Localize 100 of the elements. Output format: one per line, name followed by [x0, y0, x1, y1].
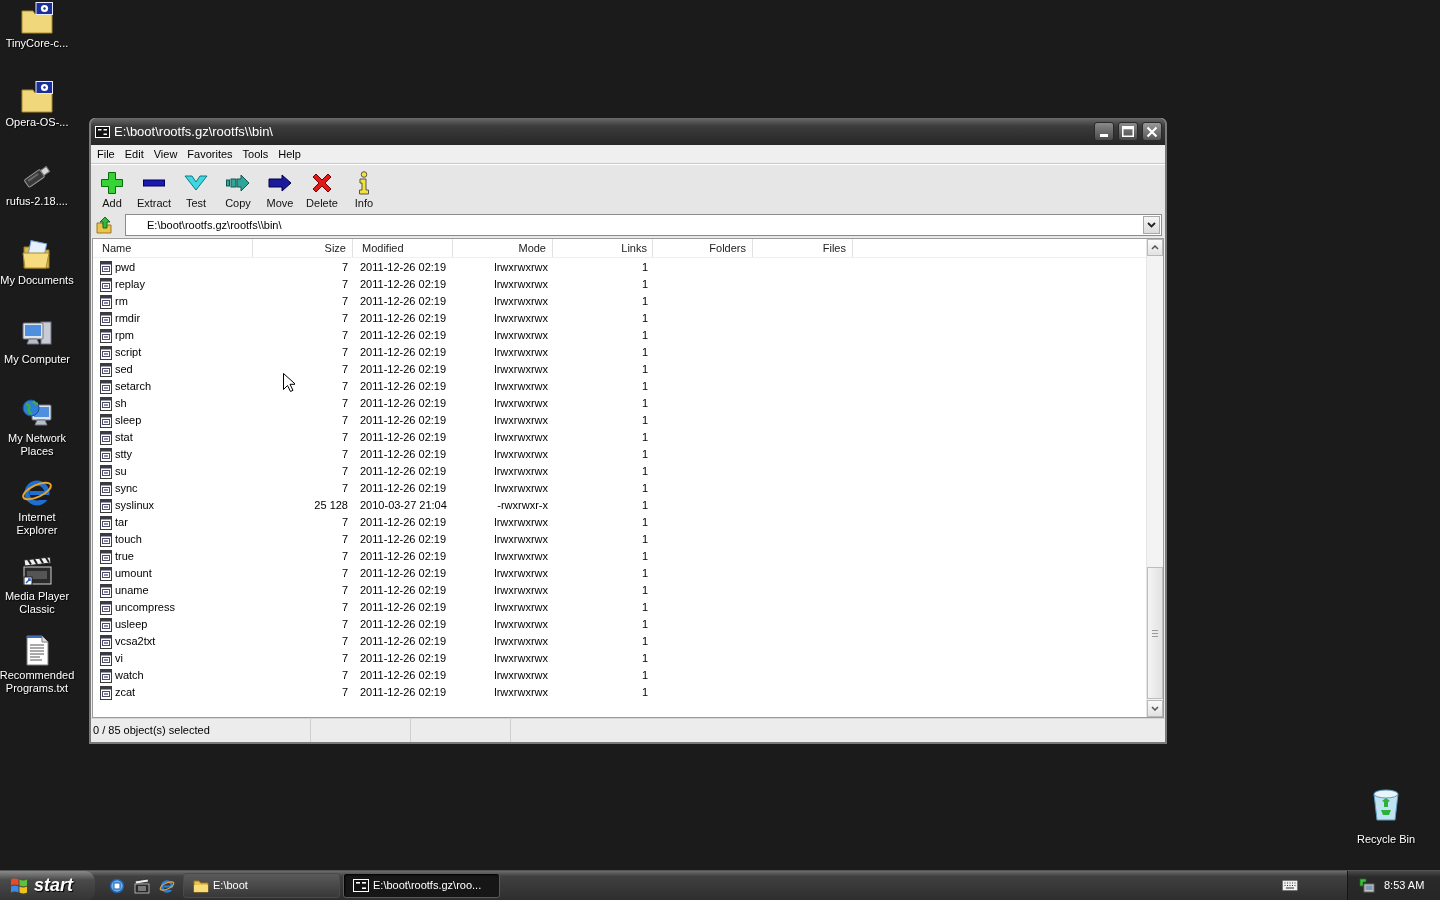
network-icon[interactable]	[1359, 877, 1375, 894]
table-cell: 2011-12-26 02:19	[360, 380, 447, 393]
toolbar-button[interactable]: Test	[175, 170, 217, 210]
table-cell: lrwxrwxrwx	[494, 431, 548, 444]
desktop-icon-label[interactable]: rufus-2.18....	[6, 195, 68, 208]
scrollbar-thumb[interactable]	[1147, 567, 1163, 699]
desktop-icon-label[interactable]: TinyCore-c...	[5, 37, 69, 50]
desktop-icon-label[interactable]: Internet Explorer	[0, 511, 75, 537]
table-cell: 2011-12-26 02:19	[360, 516, 447, 529]
desktop-icon-label[interactable]: Recycle Bin	[1356, 833, 1416, 846]
table-cell: 2011-12-26 02:19	[360, 652, 447, 665]
desktop-icon-label[interactable]: My Computer	[4, 353, 70, 366]
app-icon	[95, 125, 110, 138]
file-icon	[100, 379, 112, 394]
close-button[interactable]	[1142, 122, 1162, 141]
table-cell: 2011-12-26 02:19	[360, 686, 447, 699]
table-cell: 2011-12-26 02:19	[360, 261, 447, 274]
maximize-button[interactable]	[1118, 122, 1138, 141]
desktop-icon-label[interactable]: Media Player Classic	[0, 590, 75, 616]
table-cell: lrwxrwxrwx	[494, 652, 548, 665]
scroll-up-button[interactable]	[1147, 239, 1163, 256]
taskbar-button[interactable]: E:\boot	[183, 873, 340, 898]
menu-item[interactable]: Help	[273, 146, 306, 162]
keyboard-icon[interactable]	[1282, 880, 1298, 891]
chevron-down-icon	[1151, 706, 1159, 711]
menu-item[interactable]: Tools	[237, 146, 274, 162]
mouse-pointer-icon	[283, 373, 295, 392]
table-cell: 1	[641, 329, 648, 342]
toolbar-button[interactable]: Info	[343, 170, 385, 210]
toolbar-button[interactable]: Add	[91, 170, 133, 210]
column-header[interactable]: Folders	[653, 239, 753, 257]
x-icon	[312, 173, 332, 193]
table-cell: 1	[641, 601, 648, 614]
menu-item[interactable]: Favorites	[182, 146, 238, 162]
file-icon	[100, 583, 112, 598]
recycle-bin-icon[interactable]	[1370, 788, 1402, 822]
app-icon[interactable]	[109, 877, 125, 894]
file-name: watch	[115, 668, 144, 684]
table-cell: 2011-12-26 02:19	[360, 414, 447, 427]
folder-up-icon[interactable]	[96, 216, 114, 234]
folder-disc-icon[interactable]	[21, 81, 53, 113]
table-cell: 7	[341, 397, 348, 410]
table-cell: 7	[341, 601, 348, 614]
column-header[interactable]: Files	[753, 239, 853, 257]
toolbar-button[interactable]: Move	[259, 170, 301, 210]
folder-disc-icon[interactable]	[21, 2, 53, 34]
documents-folder-icon[interactable]	[21, 239, 53, 271]
minimize-icon	[1100, 134, 1108, 137]
toolbar-button[interactable]: Copy	[217, 170, 259, 210]
table-cell: 1	[641, 618, 648, 631]
desktop-icon-label[interactable]: My Network Places	[0, 432, 75, 458]
file-icon	[100, 600, 112, 615]
desktop-icon-label[interactable]: My Documents	[0, 274, 74, 287]
file-name: su	[115, 464, 127, 480]
column-header[interactable]: Name	[93, 239, 253, 257]
file-name: replay	[115, 277, 145, 293]
desktop-icon-label[interactable]: Recommended Programs.txt	[0, 669, 75, 695]
address-field[interactable]: E:\boot\rootfs.gz\rootfs\\bin\	[125, 214, 1162, 236]
globe-computer-icon[interactable]	[21, 397, 53, 429]
table-cell: 2011-12-26 02:19	[360, 363, 447, 376]
column-header[interactable]: Mode	[453, 239, 553, 257]
table-cell: 2011-12-26 02:19	[360, 346, 447, 359]
menu-item[interactable]: View	[148, 146, 183, 162]
file-icon	[100, 447, 112, 462]
arrow-right-icon	[268, 174, 292, 192]
taskbar-button[interactable]: E:\boot\rootfs.gz\roo...	[343, 873, 500, 898]
chevron-down-icon	[184, 175, 208, 191]
clapperboard-icon[interactable]	[21, 555, 53, 587]
file-icon	[100, 362, 112, 377]
table-cell: 7	[341, 414, 348, 427]
table-cell: 2011-12-26 02:19	[360, 329, 447, 342]
column-header[interactable]: Size	[253, 239, 353, 257]
table-cell: 2011-12-26 02:19	[360, 550, 447, 563]
table-cell: lrwxrwxrwx	[494, 516, 548, 529]
table-cell: 7	[341, 482, 348, 495]
file-name: rm	[115, 294, 128, 310]
table-cell: lrwxrwxrwx	[494, 533, 548, 546]
clapperboard-icon[interactable]	[134, 877, 150, 894]
table-cell: 2011-12-26 02:19	[360, 618, 447, 631]
minimize-button[interactable]	[1094, 122, 1114, 141]
menu-item[interactable]: File	[92, 146, 120, 162]
table-cell: 2011-12-26 02:19	[360, 448, 447, 461]
menu-item[interactable]: Edit	[119, 146, 149, 162]
table-cell: 1	[641, 482, 648, 495]
column-header[interactable]: Modified	[353, 239, 453, 257]
table-cell: 2011-12-26 02:19	[360, 635, 447, 648]
column-header[interactable]: Links	[553, 239, 653, 257]
start-button[interactable]: start	[0, 870, 95, 900]
desktop-icon-label[interactable]: Opera-OS-...	[5, 116, 69, 129]
table-cell: lrwxrwxrwx	[494, 550, 548, 563]
file-icon	[100, 617, 112, 632]
toolbar-button[interactable]: Extract	[133, 170, 175, 210]
table-cell: 2011-12-26 02:19	[360, 533, 447, 546]
file-name: vi	[115, 651, 123, 667]
browser-icon[interactable]	[159, 877, 175, 894]
file-icon	[100, 294, 112, 309]
scroll-down-button[interactable]	[1147, 700, 1163, 717]
dropdown-button[interactable]	[1143, 216, 1160, 234]
toolbar-button[interactable]: Delete	[301, 170, 343, 210]
clock[interactable]: 8:53 AM	[1384, 877, 1425, 894]
